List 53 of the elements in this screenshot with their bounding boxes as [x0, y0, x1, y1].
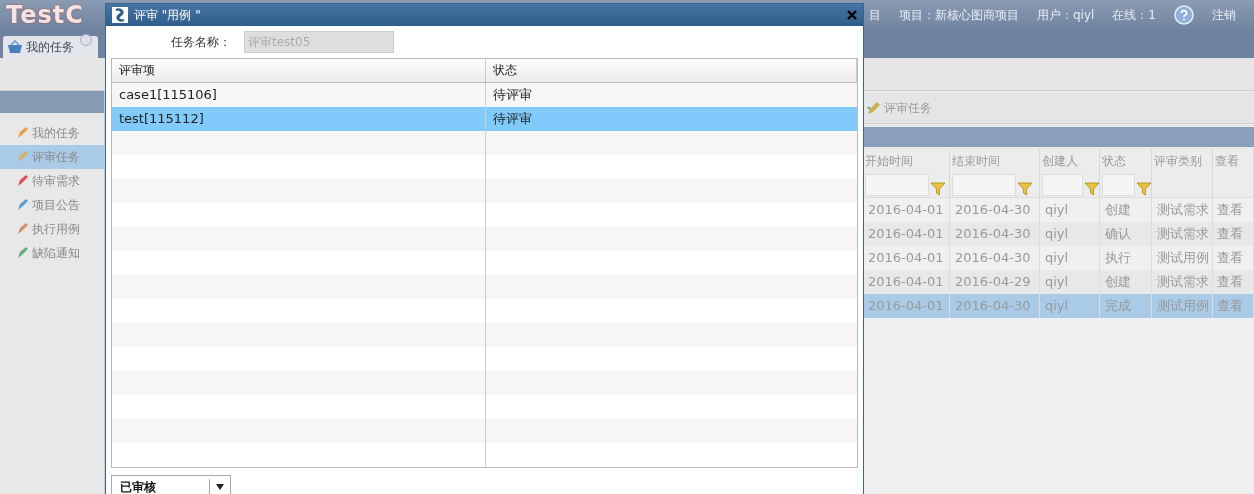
filter-field[interactable]: [1102, 174, 1135, 196]
filter-field[interactable]: [865, 174, 929, 196]
column-header: 评审项: [112, 59, 486, 82]
menu-icon: [16, 126, 30, 140]
project-label: 项目：新核心图商项目: [898, 6, 1019, 24]
review-task-button[interactable]: 评审任务: [863, 99, 936, 117]
help-icon[interactable]: [1174, 5, 1194, 25]
sidebar-item[interactable]: 评审任务: [0, 145, 104, 169]
filter-field[interactable]: [1042, 174, 1083, 196]
dropdown-arrow-icon[interactable]: [216, 484, 224, 490]
table-row[interactable]: test[115112] 待评审: [112, 107, 857, 131]
menu-icon: [16, 246, 30, 260]
menu-icon: [16, 174, 30, 188]
pencil-icon: [867, 101, 881, 115]
menu-icon: [16, 198, 30, 212]
sidebar-item[interactable]: 项目公告: [0, 193, 104, 217]
sidebar-item[interactable]: 缺陷通知: [0, 241, 104, 265]
column-label: 查看: [1215, 153, 1240, 170]
table-cell-text: test[115112]: [118, 110, 205, 128]
column-label: 创建人: [1042, 153, 1079, 170]
logout-link[interactable]: 注销: [1212, 6, 1236, 24]
online-count: 在线：1: [1112, 6, 1156, 24]
app-icon: [112, 7, 128, 23]
sidebar-item[interactable]: 我的任务: [0, 121, 104, 145]
logo: TestC: [5, 1, 84, 29]
column-header: 状态: [486, 59, 857, 82]
review-result-dropdown[interactable]: 已审核: [111, 475, 231, 494]
column-label: 开始时间: [865, 153, 914, 170]
filter-icon[interactable]: [1018, 182, 1032, 196]
dialog-title: 评审 "用例 ": [134, 6, 202, 24]
column-label: 状态: [1102, 153, 1127, 170]
header-text: 目: [868, 6, 881, 24]
tab[interactable]: 我的任务: [3, 36, 98, 58]
table-cell-text: 待评审: [492, 86, 533, 104]
menu-icon: [16, 222, 30, 236]
filter-icon[interactable]: [931, 182, 945, 196]
field-label: 任务名称：: [170, 33, 231, 51]
menu-icon: [16, 150, 30, 164]
table-row[interactable]: 2016-04-01 2016-04-30 qiyl 确认 测试需求 查看: [863, 222, 1254, 246]
column-label: 评审类别: [1154, 153, 1203, 170]
table-row[interactable]: case1[115106] 待评审: [112, 83, 857, 107]
column-label: 结束时间: [952, 153, 1001, 170]
table-row[interactable]: 2016-04-01 2016-04-29 qiyl 创建 测试需求 查看: [863, 270, 1254, 294]
user-label: 用户：qiyl: [1036, 6, 1095, 24]
filter-icon[interactable]: [1137, 182, 1151, 196]
table-row[interactable]: 2016-04-01 2016-04-30 qiyl 完成 测试用例 查看: [863, 294, 1254, 318]
filter-field[interactable]: [952, 174, 1016, 196]
sidebar-item[interactable]: 待审需求: [0, 169, 104, 193]
table-cell-text: 待评审: [492, 110, 533, 128]
sidebar-item[interactable]: 执行用例: [0, 217, 104, 241]
basket-icon: [7, 40, 23, 54]
table-cell-text: case1[115106]: [118, 86, 218, 104]
filter-icon[interactable]: [1085, 182, 1099, 196]
